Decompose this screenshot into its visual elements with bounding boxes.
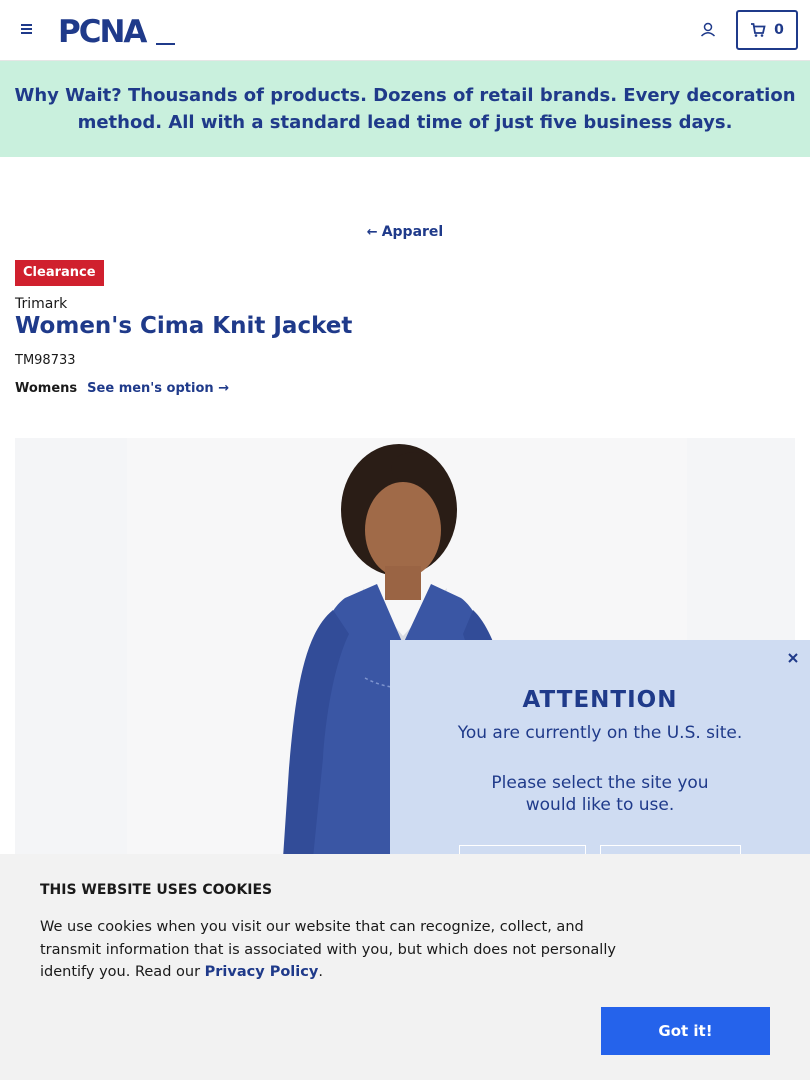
accept-cookies-button[interactable]: Got it! xyxy=(601,1007,770,1055)
cart-count: 0 xyxy=(774,22,784,38)
pcna-logo[interactable]: PCNA xyxy=(58,14,176,50)
cart-button[interactable]: 0 xyxy=(736,10,798,50)
back-to-category-link[interactable]: ← Apparel xyxy=(0,224,810,240)
attention-prompt: Please select the site you would like to… xyxy=(491,773,709,815)
gender-options: Womens See men's option → xyxy=(15,381,229,396)
cookie-banner: THIS WEBSITE USES COOKIES We use cookies… xyxy=(0,854,810,1080)
close-icon xyxy=(788,653,798,663)
page: PCNA 0 Why Wait? Thousands of products. … xyxy=(0,0,810,1080)
see-mens-option-link[interactable]: See men's option → xyxy=(87,381,229,396)
arrow-right-icon: → xyxy=(218,381,230,396)
promo-banner: Why Wait? Thousands of products. Dozens … xyxy=(0,61,810,157)
logo-text: PCNA xyxy=(58,14,147,46)
arrow-left-icon: ← xyxy=(366,225,378,240)
hamburger-icon xyxy=(21,24,32,26)
product-title: Women's Cima Knit Jacket xyxy=(15,313,353,339)
gender-current: Womens xyxy=(15,381,78,396)
promo-text: Why Wait? Thousands of products. Dozens … xyxy=(14,85,796,133)
close-modal-button[interactable] xyxy=(786,650,800,664)
product-sku: TM98733 xyxy=(15,353,76,368)
cookie-body: We use cookies when you visit our websit… xyxy=(40,919,616,980)
menu-button[interactable] xyxy=(20,22,36,38)
cart-icon xyxy=(751,23,766,37)
cookie-title: THIS WEBSITE USES COOKIES xyxy=(40,882,273,898)
product-brand: Trimark xyxy=(15,296,68,312)
attention-current-site: You are currently on the U.S. site. xyxy=(457,723,743,743)
privacy-policy-link[interactable]: Privacy Policy xyxy=(205,964,319,980)
cookie-text: We use cookies when you visit our websit… xyxy=(40,919,616,980)
site-header: PCNA 0 xyxy=(0,0,810,61)
account-button[interactable] xyxy=(698,20,718,40)
back-link-label: Apparel xyxy=(381,224,444,240)
user-icon xyxy=(700,22,716,37)
clearance-badge: Clearance xyxy=(15,260,104,286)
attention-title: ATTENTION xyxy=(522,687,678,713)
see-mens-option-label: See men's option xyxy=(87,381,214,396)
